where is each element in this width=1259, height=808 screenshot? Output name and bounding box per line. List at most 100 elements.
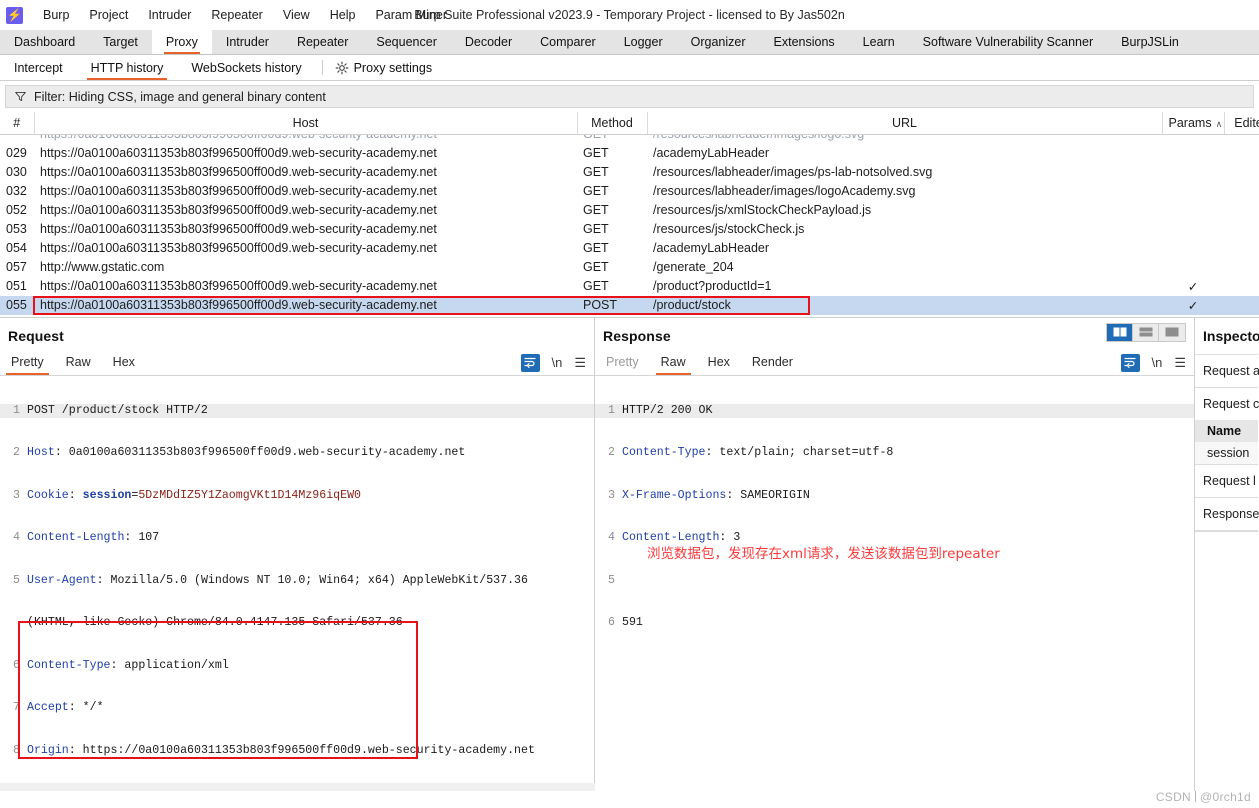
tab-comparer[interactable]: Comparer bbox=[526, 30, 610, 54]
show-newlines-icon[interactable]: \n bbox=[552, 355, 563, 370]
table-row[interactable]: 057 http://www.gstatic.com GET /generate… bbox=[0, 258, 1259, 277]
cell-edited bbox=[1224, 135, 1259, 144]
inspector-section-request-cookies[interactable]: Request c bbox=[1195, 386, 1259, 420]
cell-host: https://0a0100a60311353b803f996500ff00d9… bbox=[40, 165, 437, 179]
filter-bar[interactable]: Filter: Hiding CSS, image and general bi… bbox=[5, 85, 1254, 108]
tab-learn[interactable]: Learn bbox=[849, 30, 909, 54]
tab-dashboard[interactable]: Dashboard bbox=[0, 30, 89, 54]
response-code-view[interactable]: 1 HTTP/2 200 OK 2 Content-Type: text/plain… bbox=[595, 376, 1194, 776]
tab-repeater[interactable]: Repeater bbox=[283, 30, 362, 54]
response-pane: Response Pretty Raw Hex Render \n ☰ 1 HTT… bbox=[595, 317, 1195, 791]
menu-item-burp[interactable]: Burp bbox=[33, 8, 79, 22]
tab-logger[interactable]: Logger bbox=[610, 30, 677, 54]
column-header-host[interactable]: Host bbox=[34, 112, 578, 135]
response-tab-pretty[interactable]: Pretty bbox=[595, 350, 650, 375]
table-row[interactable]: 052 https://0a0100a60311353b803f996500ff… bbox=[0, 201, 1259, 220]
cell-edited bbox=[1224, 239, 1259, 258]
word-wrap-icon[interactable] bbox=[520, 353, 540, 372]
line-text: POST /product/stock HTTP/2 bbox=[27, 403, 208, 417]
sub-tab-intercept[interactable]: Intercept bbox=[0, 55, 77, 80]
request-tab-hex[interactable]: Hex bbox=[102, 350, 146, 375]
request-code-view[interactable]: 1 POST /product/stock HTTP/2 2 Host: 0a010… bbox=[0, 376, 594, 776]
show-newlines-icon[interactable]: \n bbox=[1152, 355, 1163, 370]
header-key: Cookie bbox=[27, 488, 69, 502]
sub-tab-websockets-history[interactable]: WebSockets history bbox=[177, 55, 315, 80]
request-tab-raw[interactable]: Raw bbox=[55, 350, 102, 375]
cookie-value: 5DzMDdIZ5Y1ZaomgVKt1D14Mz96iqEW0 bbox=[138, 488, 361, 502]
menu-item-view[interactable]: View bbox=[273, 8, 320, 22]
column-header-method[interactable]: Method bbox=[577, 112, 648, 135]
menu-item-project[interactable]: Project bbox=[79, 8, 138, 22]
tab-decoder[interactable]: Decoder bbox=[451, 30, 526, 54]
tab-extensions[interactable]: Extensions bbox=[760, 30, 849, 54]
cell-method: GET bbox=[583, 222, 609, 236]
column-header-edited[interactable]: Edited bbox=[1224, 112, 1259, 135]
cell-method: GET bbox=[583, 260, 609, 274]
menu-item-param-miner[interactable]: Param Miner bbox=[365, 8, 457, 22]
layout-toggle-group bbox=[1106, 322, 1186, 342]
column-header-url[interactable]: URL bbox=[647, 112, 1163, 135]
cell-edited bbox=[1224, 220, 1259, 239]
cell-url: /resources/labheader/images/logoAcademy.… bbox=[653, 184, 916, 198]
response-tab-render[interactable]: Render bbox=[741, 350, 804, 375]
request-horizontal-scrollbar[interactable] bbox=[0, 782, 595, 791]
table-row[interactable]: 030 https://0a0100a60311353b803f996500ff… bbox=[0, 163, 1259, 182]
hamburger-menu-icon[interactable]: ☰ bbox=[574, 355, 586, 371]
single-pane-icon[interactable] bbox=[1159, 324, 1185, 341]
filter-text: Filter: Hiding CSS, image and general bi… bbox=[34, 89, 326, 104]
word-wrap-icon[interactable] bbox=[1120, 353, 1140, 372]
tab-intruder[interactable]: Intruder bbox=[212, 30, 283, 54]
menu-item-intruder[interactable]: Intruder bbox=[138, 8, 201, 22]
tab-software-vulnerability-scanner[interactable]: Software Vulnerability Scanner bbox=[909, 30, 1107, 54]
column-header-params-label: Params bbox=[1168, 115, 1212, 130]
request-line-1: 1 POST /product/stock HTTP/2 bbox=[0, 403, 594, 418]
inspector-section-request-headers[interactable]: Request l bbox=[1195, 463, 1258, 497]
tab-organizer[interactable]: Organizer bbox=[677, 30, 760, 54]
inspector-section-response-headers[interactable]: Response bbox=[1195, 496, 1259, 530]
table-row[interactable]: 053 https://0a0100a60311353b803f996500ff… bbox=[0, 220, 1259, 239]
table-row[interactable]: 032 https://0a0100a60311353b803f996500ff… bbox=[0, 182, 1259, 201]
header-value: SAMEORIGIN bbox=[740, 488, 810, 502]
table-row[interactable]: 029 https://0a0100a60311353b803f996500ff… bbox=[0, 144, 1259, 163]
menu-item-repeater[interactable]: Repeater bbox=[201, 8, 272, 22]
cell-method: POST bbox=[577, 295, 647, 315]
response-tab-bar: Pretty Raw Hex Render \n ☰ bbox=[595, 350, 1194, 376]
column-header-number[interactable]: # bbox=[0, 112, 35, 135]
line-number: 3 bbox=[13, 488, 20, 502]
line-number: 7 bbox=[13, 701, 20, 715]
tab-sequencer[interactable]: Sequencer bbox=[362, 30, 450, 54]
response-tab-raw[interactable]: Raw bbox=[650, 350, 697, 375]
column-header-params[interactable]: Params ∧ bbox=[1162, 112, 1225, 135]
request-tab-pretty[interactable]: Pretty bbox=[0, 350, 55, 375]
tab-burpjslink[interactable]: BurpJSLin bbox=[1107, 30, 1193, 54]
line-number: 1 bbox=[13, 403, 20, 417]
table-row-selected[interactable]: 055 https://0a0100a60311353b803f996500ff… bbox=[0, 295, 1259, 315]
cell-method: GET bbox=[577, 135, 647, 144]
table-row[interactable]: https://0a0100a60311353b803f996500ff00d9… bbox=[0, 135, 1259, 144]
http-history-body[interactable]: https://0a0100a60311353b803f996500ff00d9… bbox=[0, 135, 1259, 318]
table-row[interactable]: 054 https://0a0100a60311353b803f996500ff… bbox=[0, 239, 1259, 258]
tab-target[interactable]: Target bbox=[89, 30, 152, 54]
cell-url: /product?productId=1 bbox=[653, 279, 772, 293]
hamburger-menu-icon[interactable]: ☰ bbox=[1174, 355, 1186, 371]
request-line-5: 5 User-Agent: Mozilla/5.0 (Windows NT 10.… bbox=[0, 574, 594, 588]
inspector-cookie-name-value[interactable]: session bbox=[1195, 441, 1258, 464]
sort-caret-icon: ∧ bbox=[1215, 118, 1223, 129]
tab-proxy[interactable]: Proxy bbox=[151, 30, 212, 54]
table-row[interactable]: 051 https://0a0100a60311353b803f996500ff… bbox=[0, 277, 1259, 296]
split-vertical-icon[interactable] bbox=[1107, 323, 1133, 341]
split-horizontal-icon[interactable] bbox=[1133, 323, 1159, 341]
header-key: User-Agent bbox=[27, 573, 97, 587]
sub-tab-http-history[interactable]: HTTP history bbox=[77, 55, 178, 80]
header-value: 0a0100a60311353b803f996500ff00d9.web-sec… bbox=[68, 446, 466, 460]
menu-item-help[interactable]: Help bbox=[320, 8, 366, 22]
menu-bar: ⚡ Burp Project Intruder Repeater View He… bbox=[0, 0, 1259, 30]
csdn-watermark: CSDN @0rch1d bbox=[1156, 790, 1251, 804]
cell-number: 052 bbox=[6, 203, 27, 217]
line-number: 6 bbox=[608, 616, 615, 630]
cell-edited bbox=[1224, 277, 1259, 296]
inspector-section-request-attributes[interactable]: Request a bbox=[1195, 353, 1259, 387]
response-tab-hex[interactable]: Hex bbox=[697, 350, 741, 375]
cell-method: GET bbox=[583, 241, 609, 255]
proxy-settings-button[interactable]: Proxy settings bbox=[329, 55, 447, 80]
